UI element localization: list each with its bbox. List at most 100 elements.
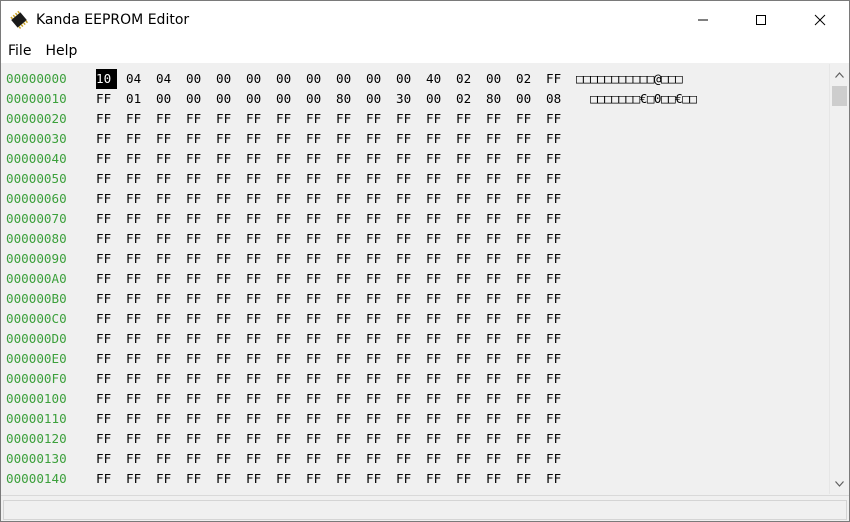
- byte-cell[interactable]: FF: [276, 209, 298, 229]
- byte-cell[interactable]: FF: [336, 249, 358, 269]
- byte-cell[interactable]: FF: [306, 249, 328, 269]
- byte-cell[interactable]: FF: [426, 249, 448, 269]
- byte-cell[interactable]: FF: [186, 389, 208, 409]
- byte-cell[interactable]: FF: [246, 169, 268, 189]
- byte-cell[interactable]: FF: [306, 289, 328, 309]
- byte-cell[interactable]: FF: [156, 129, 178, 149]
- byte-cell[interactable]: FF: [516, 209, 538, 229]
- byte-cell[interactable]: FF: [396, 409, 418, 429]
- byte-cell[interactable]: FF: [426, 189, 448, 209]
- byte-cell[interactable]: FF: [456, 349, 478, 369]
- byte-cell[interactable]: FF: [486, 109, 508, 129]
- byte-cell[interactable]: FF: [396, 329, 418, 349]
- byte-cell[interactable]: FF: [126, 389, 148, 409]
- byte-cell[interactable]: FF: [186, 269, 208, 289]
- byte-cell[interactable]: FF: [396, 369, 418, 389]
- byte-cell[interactable]: FF: [486, 209, 508, 229]
- menu-file[interactable]: File: [1, 39, 38, 63]
- byte-cell[interactable]: FF: [156, 209, 178, 229]
- scroll-up-button[interactable]: [830, 66, 849, 83]
- byte-cell[interactable]: FF: [216, 469, 238, 489]
- byte-cell[interactable]: FF: [246, 229, 268, 249]
- ascii-text[interactable]: □□□□□□□€□0□□€□□: [576, 89, 697, 109]
- byte-cell[interactable]: FF: [546, 149, 568, 169]
- byte-cell[interactable]: FF: [306, 229, 328, 249]
- byte-cell[interactable]: FF: [306, 209, 328, 229]
- byte-cell[interactable]: FF: [276, 329, 298, 349]
- byte-cell[interactable]: FF: [516, 429, 538, 449]
- byte-cell[interactable]: FF: [126, 189, 148, 209]
- byte-cell[interactable]: 08: [546, 89, 568, 109]
- byte-cell[interactable]: FF: [336, 469, 358, 489]
- byte-cell[interactable]: FF: [246, 409, 268, 429]
- byte-cell[interactable]: FF: [306, 449, 328, 469]
- byte-cell[interactable]: FF: [426, 229, 448, 249]
- scroll-down-button[interactable]: [830, 475, 849, 492]
- byte-cell[interactable]: FF: [486, 389, 508, 409]
- byte-cell[interactable]: FF: [96, 469, 117, 489]
- byte-cell[interactable]: FF: [186, 189, 208, 209]
- byte-cell[interactable]: FF: [96, 269, 117, 289]
- byte-cell[interactable]: FF: [516, 129, 538, 149]
- byte-cell[interactable]: FF: [336, 269, 358, 289]
- byte-cell[interactable]: FF: [516, 449, 538, 469]
- byte-cell[interactable]: FF: [546, 449, 568, 469]
- byte-cell[interactable]: FF: [366, 229, 388, 249]
- byte-cell[interactable]: FF: [366, 289, 388, 309]
- byte-cell[interactable]: FF: [546, 169, 568, 189]
- byte-cell[interactable]: 04: [156, 69, 178, 89]
- byte-cell[interactable]: FF: [216, 249, 238, 269]
- minimize-button[interactable]: [674, 1, 732, 39]
- byte-cell[interactable]: FF: [426, 469, 448, 489]
- byte-cell[interactable]: FF: [246, 469, 268, 489]
- byte-cell[interactable]: FF: [306, 109, 328, 129]
- byte-cell[interactable]: 01: [126, 89, 148, 109]
- byte-cell[interactable]: FF: [426, 109, 448, 129]
- byte-cell[interactable]: FF: [276, 189, 298, 209]
- byte-cell[interactable]: FF: [246, 369, 268, 389]
- byte-cell[interactable]: FF: [306, 389, 328, 409]
- byte-cell[interactable]: FF: [126, 269, 148, 289]
- byte-cell[interactable]: FF: [486, 429, 508, 449]
- byte-cell[interactable]: FF: [246, 309, 268, 329]
- byte-cell[interactable]: 00: [306, 69, 328, 89]
- byte-cell[interactable]: FF: [216, 229, 238, 249]
- byte-cell[interactable]: FF: [516, 169, 538, 189]
- byte-cell[interactable]: FF: [486, 329, 508, 349]
- byte-cell[interactable]: FF: [456, 189, 478, 209]
- byte-cell[interactable]: FF: [276, 469, 298, 489]
- byte-cell[interactable]: 30: [396, 89, 418, 109]
- byte-cell[interactable]: FF: [426, 349, 448, 369]
- byte-cell[interactable]: FF: [246, 269, 268, 289]
- byte-cell[interactable]: FF: [396, 169, 418, 189]
- byte-cell[interactable]: FF: [246, 249, 268, 269]
- byte-cell[interactable]: FF: [96, 149, 117, 169]
- byte-cell[interactable]: FF: [126, 109, 148, 129]
- byte-cell[interactable]: 00: [426, 89, 448, 109]
- byte-cell[interactable]: 02: [456, 89, 478, 109]
- byte-cell[interactable]: FF: [456, 409, 478, 429]
- byte-cell[interactable]: 00: [276, 69, 298, 89]
- byte-cell[interactable]: FF: [396, 289, 418, 309]
- byte-cell[interactable]: FF: [156, 409, 178, 429]
- byte-cell[interactable]: FF: [396, 209, 418, 229]
- byte-cell[interactable]: FF: [366, 209, 388, 229]
- byte-cell[interactable]: FF: [156, 349, 178, 369]
- byte-cell[interactable]: FF: [186, 169, 208, 189]
- byte-cell[interactable]: 00: [156, 89, 178, 109]
- byte-cell[interactable]: FF: [216, 329, 238, 349]
- byte-cell[interactable]: FF: [516, 229, 538, 249]
- byte-cell[interactable]: 02: [516, 69, 538, 89]
- byte-cell[interactable]: FF: [276, 309, 298, 329]
- byte-cell[interactable]: FF: [216, 209, 238, 229]
- byte-cell[interactable]: 00: [276, 89, 298, 109]
- byte-cell[interactable]: FF: [486, 369, 508, 389]
- byte-cell[interactable]: FF: [456, 269, 478, 289]
- byte-cell[interactable]: FF: [126, 249, 148, 269]
- byte-cell[interactable]: FF: [456, 249, 478, 269]
- byte-cell[interactable]: FF: [276, 449, 298, 469]
- byte-cell[interactable]: FF: [216, 149, 238, 169]
- byte-cell[interactable]: FF: [96, 169, 117, 189]
- byte-cell[interactable]: 10: [96, 69, 117, 89]
- byte-cell[interactable]: FF: [486, 349, 508, 369]
